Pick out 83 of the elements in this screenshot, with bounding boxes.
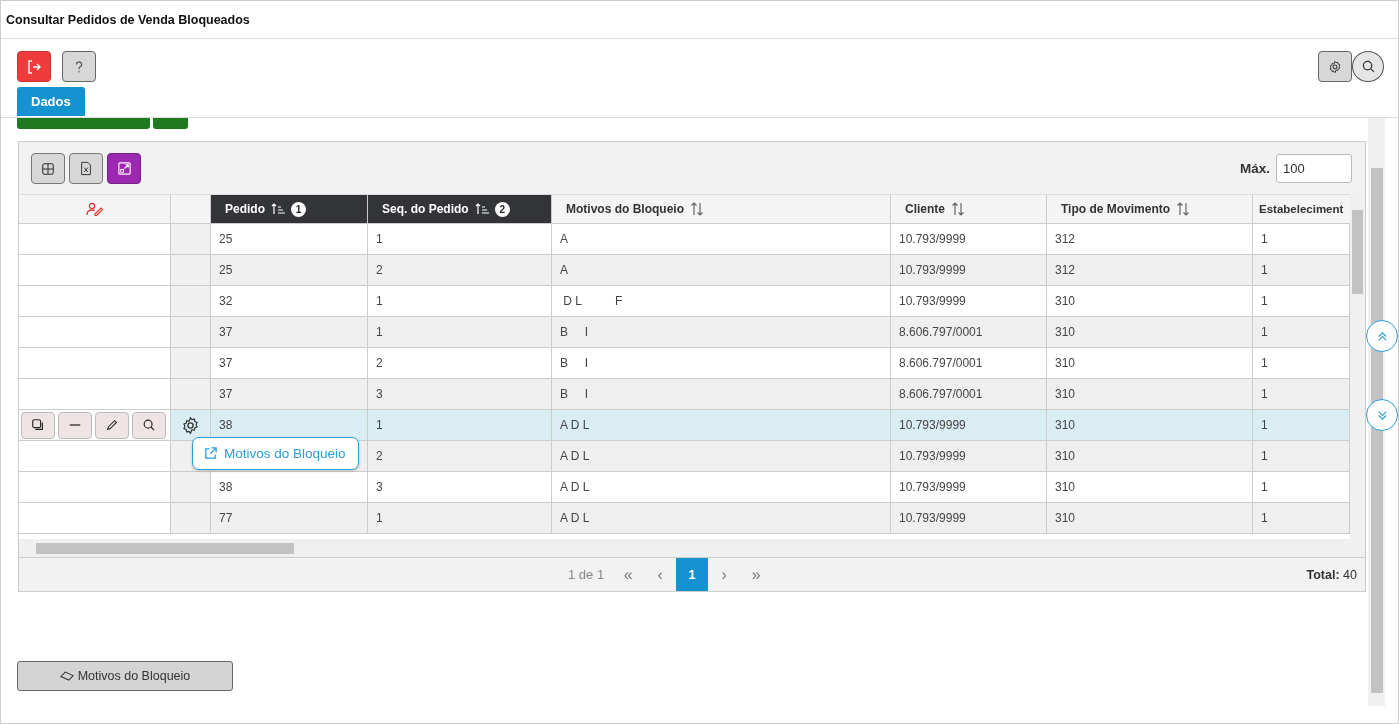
table-row[interactable]: 37 3 B I 8.606.797/0001 310 1 [19,379,1350,410]
file-icon [79,161,93,176]
previous-page-button[interactable]: ‹ [644,558,677,591]
column-header[interactable]: Seq. do Pedido 2 [368,194,552,224]
external-link-icon [203,446,218,461]
table-cell [171,255,211,286]
button-label: Motivos do Bloqueio [77,669,191,683]
edit-button[interactable] [95,411,129,439]
chevrons-up-icon [1376,330,1388,342]
table-cell: A D L [552,503,891,534]
search-button[interactable] [1352,51,1384,82]
table-cell [171,224,211,255]
sort-ascending-icon[interactable] [271,203,285,215]
column-header-label: Estabeleciment [1259,203,1344,215]
table-row[interactable]: 37 2 B I 8.606.797/0001 310 1 [19,348,1350,379]
max-label: Máx. [1240,161,1270,176]
table-row[interactable]: 25 1 A 10.793/9999 312 1 [19,224,1350,255]
scroll-top-button[interactable] [1366,320,1398,352]
table-cell: 310 [1047,503,1253,534]
last-page-button[interactable]: » [740,558,773,591]
copy-icon [31,418,45,432]
grid-layout-button[interactable] [31,153,65,184]
sort-order-badge: 1 [291,201,306,217]
table-row[interactable]: 38 3 A D L 10.793/9999 310 1 [19,472,1350,503]
user-edit-icon[interactable] [85,202,104,216]
next-page-button[interactable]: › [708,558,741,591]
table-cell: 1 [368,503,552,534]
expand-button[interactable] [107,153,141,184]
column-header[interactable]: Motivos do Bloqueio [552,194,891,224]
sort-icon[interactable] [1176,202,1191,216]
column-header[interactable]: Cliente [891,194,1047,224]
search-icon [142,418,156,432]
first-page-button[interactable]: « [612,558,645,591]
column-header-label: Seq. do Pedido [382,202,469,216]
gear-icon[interactable] [181,415,200,435]
column-header-label: Cliente [905,202,945,216]
grid-icon [41,161,55,176]
page-scrollbar[interactable] [1368,118,1385,706]
settings-button[interactable] [1318,51,1352,82]
column-header[interactable]: Estabeleciment [1253,194,1350,224]
table-cell: 77 [211,503,368,534]
tag-icon [59,670,74,682]
table-row[interactable]: 77 1 A D L 10.793/9999 310 1 [19,503,1350,534]
help-button[interactable] [62,51,96,82]
column-header-label: Motivos do Bloqueio [566,202,684,216]
sort-icon[interactable] [951,202,965,216]
column-header[interactable]: Pedido 1 [211,194,368,224]
column-header[interactable]: Tipo de Movimento [1047,194,1253,224]
table-row[interactable]: 25 2 A 10.793/9999 312 1 [19,255,1350,286]
remove-button[interactable] [58,411,92,439]
excel-export-button[interactable] [69,153,103,184]
menu-item-label: Motivos do Bloqueio [224,446,346,461]
table-cell [171,317,211,348]
search-button[interactable] [132,411,166,439]
table-cell [171,286,211,317]
copy-button[interactable] [21,411,55,439]
table-row[interactable]: 38 1 A D L 10.793/9999 310 1 [19,410,1350,441]
blocking-reasons-button[interactable]: Motivos do Bloqueio [17,661,233,691]
sort-ascending-icon[interactable] [474,203,489,215]
table-cell [171,472,211,503]
table-cell: 10.793/9999 [891,503,1047,534]
chevrons-down-icon [1376,409,1388,421]
window-title: Consultar Pedidos de Venda Bloqueados [6,12,250,27]
exit-button[interactable] [17,51,51,82]
pencil-icon [105,418,119,432]
max-field[interactable]: 100 [1276,154,1352,183]
total-label: Total: [1306,567,1340,582]
total-value: 40 [1343,567,1357,582]
exit-icon [26,58,42,75]
search-icon [1360,59,1376,74]
table-cell [171,503,211,534]
sort-icon[interactable] [690,202,704,216]
table-cell [171,379,211,410]
expand-icon [116,161,132,176]
sort-order-badge: 2 [494,201,510,217]
column-header-label: Pedido [225,202,265,216]
table-row[interactable]: 37 1 B I 8.606.797/0001 310 1 [19,317,1350,348]
table-row[interactable]: 32 1 D L F 10.793/9999 310 1 [19,286,1350,317]
table-cell [171,348,211,379]
scroll-bottom-button[interactable] [1366,399,1398,431]
gear-icon [1328,59,1342,74]
column-header-label: Tipo de Movimento [1061,202,1171,216]
page-info: 1 de 1 [568,567,605,582]
